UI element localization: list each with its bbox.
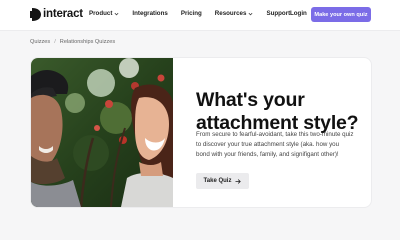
take-quiz-button[interactable]: Take Quiz xyxy=(196,173,249,189)
nav-item-integrations[interactable]: Integrations xyxy=(132,10,167,18)
hero-photo xyxy=(31,58,173,207)
hero-card: What's your attachment style? From secur… xyxy=(30,57,372,208)
make-quiz-button[interactable]: Make your own quiz xyxy=(311,7,371,22)
nav-item-product[interactable]: Product xyxy=(89,10,119,18)
nav-item-label: Product xyxy=(89,10,113,17)
nav-item-support[interactable]: Support xyxy=(266,10,290,18)
navbar: interact Product Integrations Pricing Re… xyxy=(0,0,400,31)
chevron-down-icon xyxy=(114,12,119,16)
take-quiz-label: Take Quiz xyxy=(203,178,232,184)
nav-links: Product Integrations Pricing Resources S… xyxy=(89,10,303,18)
nav-item-label: Support xyxy=(266,10,291,17)
nav-item-resources[interactable]: Resources xyxy=(215,10,254,18)
hero-description: From secure to fearful-avoidant, take th… xyxy=(196,131,354,159)
hero-headline: What's your attachment style? xyxy=(196,89,366,135)
breadcrumb-separator: / xyxy=(54,39,56,45)
nav-item-label: Resources xyxy=(214,10,247,17)
nav-item-label: Pricing xyxy=(180,10,202,17)
breadcrumb-quizzes[interactable]: Quizzes xyxy=(30,39,50,45)
login-link[interactable]: Login xyxy=(290,10,307,18)
nav-item-label: Integrations xyxy=(132,10,168,17)
breadcrumb-relationships-quizzes[interactable]: Relationships Quizzes xyxy=(60,39,115,45)
hero-headline-line1: What's your xyxy=(196,89,305,112)
nav-item-pricing[interactable]: Pricing xyxy=(181,10,202,18)
logo-text: interact xyxy=(43,8,83,20)
arrow-right-icon xyxy=(235,178,242,184)
chevron-down-icon xyxy=(249,12,253,16)
breadcrumb: Quizzes / Relationships Quizzes xyxy=(30,39,115,45)
interact-logo-icon xyxy=(30,8,41,21)
logo[interactable]: interact xyxy=(30,8,83,21)
